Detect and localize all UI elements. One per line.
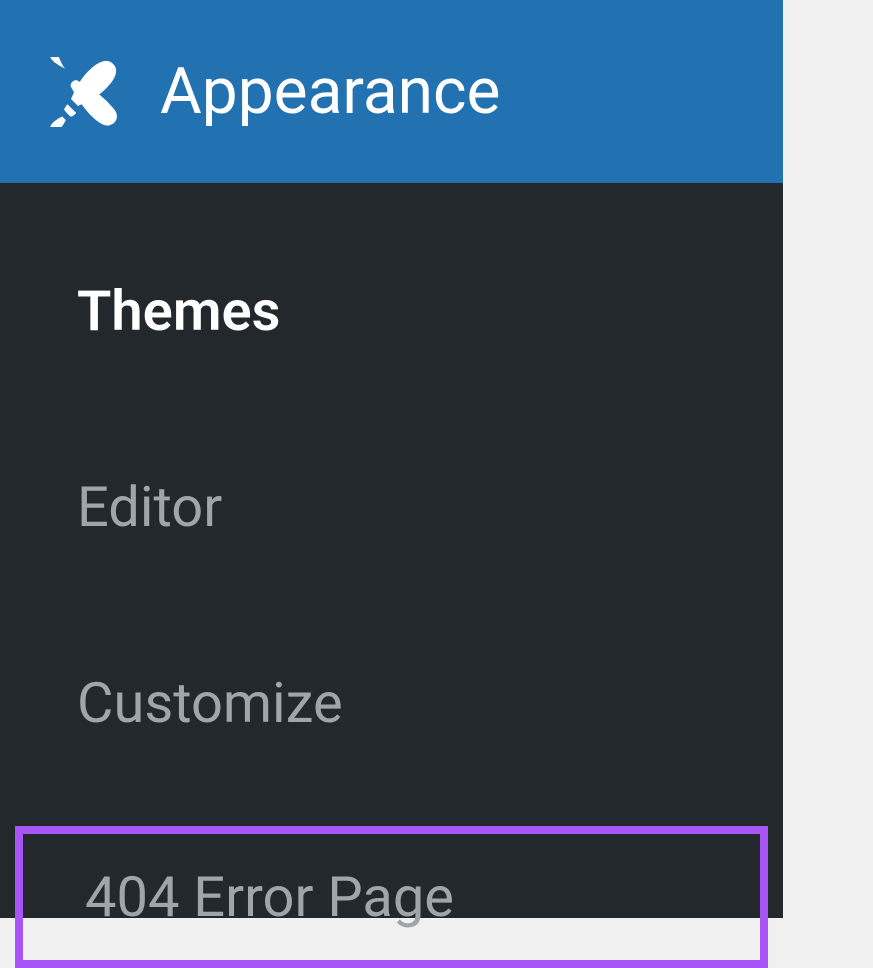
submenu-item-themes[interactable]: Themes [0, 243, 783, 379]
menu-header-label: Appearance [160, 54, 500, 129]
submenu-item-label: 404 Error Page [85, 864, 454, 930]
appearance-submenu: Themes Editor Customize 404 Error Page [0, 183, 783, 968]
submenu-item-label: Themes [77, 278, 280, 344]
submenu-item-label: Customize [77, 670, 343, 736]
menu-header-appearance[interactable]: Appearance [0, 0, 783, 183]
submenu-item-404-error-page[interactable]: 404 Error Page [15, 826, 768, 968]
paintbrush-icon [50, 57, 120, 127]
submenu-item-customize[interactable]: Customize [0, 635, 783, 771]
active-menu-arrow [783, 62, 813, 122]
submenu-item-label: Editor [77, 474, 222, 540]
submenu-item-editor[interactable]: Editor [0, 439, 783, 575]
admin-sidebar: Appearance Themes Editor Customize 404 E… [0, 0, 783, 918]
